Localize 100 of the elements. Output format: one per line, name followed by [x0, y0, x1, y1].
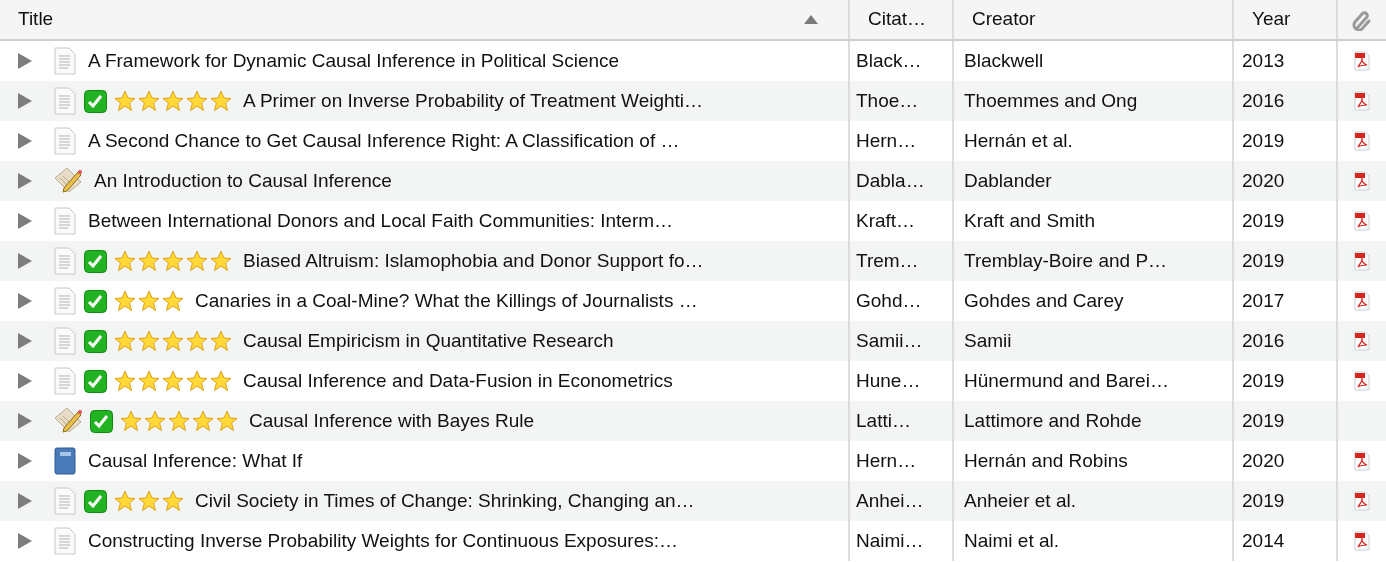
citation-text: Hern… [856, 448, 917, 473]
creator-text: Thoemmes and Ong [964, 88, 1138, 113]
year-text: 2016 [1242, 88, 1285, 113]
column-header[interactable]: Title [0, 0, 848, 39]
expand-triangle-icon[interactable] [18, 493, 32, 509]
title-text: Causal Inference with Bayes Rule [249, 408, 535, 433]
creator-text: Hernán and Robins [964, 448, 1128, 473]
star-icon [161, 89, 185, 113]
creator-text: Hernán et al. [964, 128, 1073, 153]
expand-triangle-icon[interactable] [18, 53, 32, 69]
title-text: A Second Chance to Get Causal Inference Right: A Classification of … [88, 128, 680, 153]
expand-triangle-icon[interactable] [18, 133, 32, 149]
title-text: Civil Society in Times of Change: Shrinking, Changing an… [195, 488, 695, 513]
star-icon [209, 249, 233, 273]
star-icon [161, 249, 185, 273]
citation-text: Gohd… [856, 288, 922, 313]
creator-text: Gohdes and Carey [964, 288, 1124, 313]
expand-triangle-icon[interactable] [18, 333, 32, 349]
expand-triangle-icon[interactable] [18, 253, 32, 269]
expand-triangle-icon[interactable] [18, 533, 32, 549]
item-row[interactable]: An Introduction to Causal Inference Dabla… Dablander 2020 [0, 161, 1386, 201]
column-header[interactable]: Citat… [848, 0, 952, 39]
pdf-icon[interactable] [1354, 171, 1370, 191]
item-row[interactable]: Biased Altruism: Islamophobia and Donor Support fo… Trem… Tremblay-Boire and P… 2019 [0, 241, 1386, 281]
expand-triangle-icon[interactable] [18, 93, 32, 109]
year-text: 2019 [1242, 248, 1285, 273]
title-text: Causal Inference: What If [88, 448, 303, 473]
star-icon [161, 329, 185, 353]
star-icon [137, 89, 161, 113]
citation-text: Hern… [856, 128, 917, 153]
column-header[interactable]: Creator [952, 0, 1232, 39]
citation-text: Samii… [856, 328, 923, 353]
pdf-icon[interactable] [1354, 211, 1370, 231]
expand-triangle-icon[interactable] [18, 213, 32, 229]
pdf-icon[interactable] [1354, 291, 1370, 311]
expand-triangle-icon[interactable] [18, 413, 32, 429]
title-text: Biased Altruism: Islamophobia and Donor Support fo… [243, 248, 704, 273]
expand-triangle-icon[interactable] [18, 173, 32, 189]
star-icon [185, 249, 209, 273]
item-row[interactable]: Causal Inference with Bayes Rule Latti… Lattimore and Rohde 2019 [0, 401, 1386, 441]
citation-text: Anhei… [856, 488, 924, 513]
creator-text: Lattimore and Rohde [964, 408, 1142, 433]
citation-text: Trem… [856, 248, 919, 273]
sort-arrow-icon [804, 15, 818, 24]
citation-text: Naimi… [856, 528, 924, 553]
star-icon [185, 329, 209, 353]
star-icon [137, 369, 161, 393]
star-icon [161, 369, 185, 393]
pdf-icon[interactable] [1354, 531, 1370, 551]
title-text: An Introduction to Causal Inference [94, 168, 392, 193]
item-row[interactable]: A Primer on Inverse Probability of Treatment Weighti… Thoe… Thoemmes and Ong 2016 [0, 81, 1386, 121]
creator-text: Samii [964, 328, 1012, 353]
star-icon [209, 89, 233, 113]
star-icon [113, 489, 137, 513]
pencil-paper-icon [52, 406, 84, 436]
title-text: A Primer on Inverse Probability of Treatment Weighti… [243, 88, 704, 113]
item-row[interactable]: Civil Society in Times of Change: Shrinking, Changing an… Anhei… Anheier et al. 2019 [0, 481, 1386, 521]
star-icon [113, 329, 137, 353]
document-icon [52, 487, 78, 515]
item-row[interactable]: Causal Empiricism in Quantitative Research Samii… Samii 2016 [0, 321, 1386, 361]
star-icon [119, 409, 143, 433]
star-icon [113, 369, 137, 393]
pdf-icon[interactable] [1354, 371, 1370, 391]
pdf-icon[interactable] [1354, 491, 1370, 511]
year-text: 2020 [1242, 448, 1285, 473]
expand-triangle-icon[interactable] [18, 453, 32, 469]
document-icon [52, 367, 78, 395]
pdf-icon[interactable] [1354, 331, 1370, 351]
expand-triangle-icon[interactable] [18, 373, 32, 389]
citation-text: Black… [856, 48, 922, 73]
star-icon [161, 489, 185, 513]
creator-text: Naimi et al. [964, 528, 1060, 553]
star-icon [113, 249, 137, 273]
year-text: 2013 [1242, 48, 1285, 73]
year-text: 2019 [1242, 208, 1285, 233]
star-icon [167, 409, 191, 433]
pdf-icon[interactable] [1354, 451, 1370, 471]
pdf-icon[interactable] [1354, 91, 1370, 111]
year-text: 2019 [1242, 408, 1285, 433]
citation-text: Thoe… [856, 88, 919, 113]
star-icon [143, 409, 167, 433]
year-text: 2019 [1242, 488, 1285, 513]
creator-text: Hünermund and Barei… [964, 368, 1169, 393]
star-icon [137, 329, 161, 353]
creator-text: Dablander [964, 168, 1052, 193]
pdf-icon[interactable] [1354, 131, 1370, 151]
document-icon [52, 207, 78, 235]
creator-text: Kraft and Smith [964, 208, 1095, 233]
pdf-icon[interactable] [1354, 51, 1370, 71]
expand-triangle-icon[interactable] [18, 293, 32, 309]
document-icon [52, 127, 78, 155]
column-header[interactable]: Year [1232, 0, 1336, 39]
document-icon [52, 47, 78, 75]
document-icon [52, 527, 78, 555]
year-text: 2019 [1242, 368, 1285, 393]
year-text: 2020 [1242, 168, 1285, 193]
star-icon [113, 89, 137, 113]
pdf-icon[interactable] [1354, 251, 1370, 271]
title-text: A Framework for Dynamic Causal Inference in Political Science [88, 48, 620, 73]
title-text: Causal Empiricism in Quantitative Research [243, 328, 614, 353]
